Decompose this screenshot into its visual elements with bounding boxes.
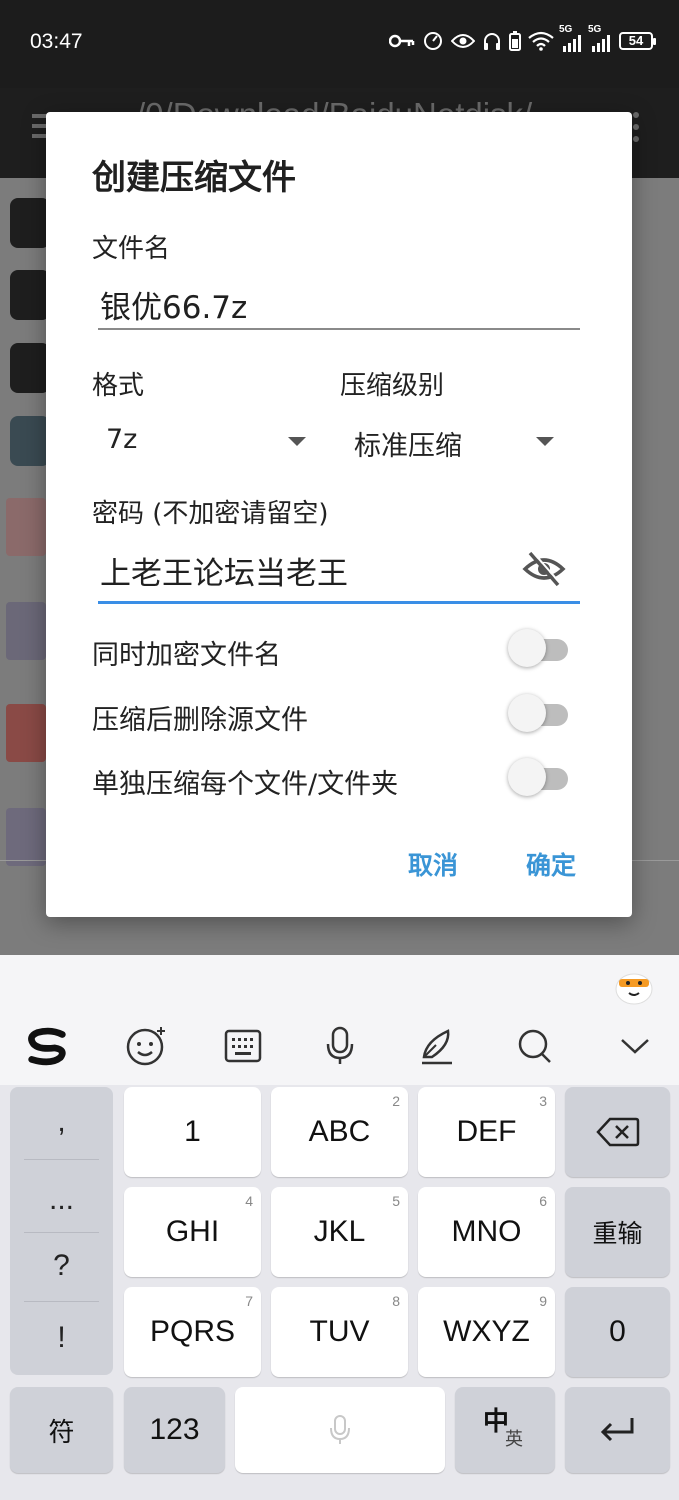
dropdown-arrow-icon <box>536 437 554 446</box>
collapse-keyboard-icon[interactable] <box>612 1023 658 1069</box>
folder-icon <box>10 343 50 393</box>
file-icon <box>10 416 50 466</box>
battery-indicator: 54 <box>619 32 656 50</box>
eye-status-icon <box>451 34 475 48</box>
filename-input[interactable]: 银优66.7z <box>98 282 580 330</box>
space-key[interactable] <box>235 1387 445 1473</box>
image-thumbnail <box>6 704 46 762</box>
key-pqrs[interactable]: PQRS 7 <box>124 1287 261 1377</box>
question-key[interactable]: ? <box>10 1249 113 1283</box>
encrypt-filenames-label: 同时加密文件名 <box>92 640 281 671</box>
more-icon <box>633 112 639 148</box>
keyboard-layout-icon[interactable] <box>220 1023 266 1069</box>
key-jkl[interactable]: JKL 5 <box>271 1187 408 1277</box>
password-label: 密码 (不加密请留空) <box>92 499 329 529</box>
signal-1: 5G <box>559 24 583 52</box>
signal-2: 5G <box>588 24 612 52</box>
keyboard-toolbar <box>0 955 679 1085</box>
key-abc[interactable]: ABC 2 <box>271 1087 408 1177</box>
keyboard-keys: , ... ? ! 1 ABC 2 DEF 3 GHI 4 JKL 5 MNO 6 重输 … <box>0 1085 679 1500</box>
headphones-icon <box>484 33 500 50</box>
format-select[interactable]: 7z <box>92 420 312 464</box>
image-thumbnail <box>6 602 46 660</box>
compression-level-label: 压缩级别 <box>340 371 445 401</box>
dropdown-arrow-icon <box>288 437 306 446</box>
confirm-button[interactable]: 确定 <box>526 846 576 882</box>
search-icon[interactable] <box>512 1023 558 1069</box>
wifi-icon <box>528 31 554 51</box>
language-switch-key[interactable]: 中 英 <box>455 1387 555 1473</box>
status-bar: 03:47 5G 5G 54 <box>0 0 679 88</box>
microphone-icon <box>330 1415 350 1444</box>
comma-key[interactable]: , <box>10 1105 113 1139</box>
backspace-icon <box>595 1117 639 1147</box>
key-1[interactable]: 1 <box>124 1087 261 1177</box>
compress-separately-switch[interactable] <box>508 758 568 798</box>
folder-icon <box>10 270 50 320</box>
key-icon <box>389 34 415 48</box>
visibility-off-icon[interactable] <box>522 549 566 589</box>
symbol-key[interactable]: 符 <box>10 1387 113 1473</box>
status-time: 03:47 <box>30 30 83 53</box>
battery-small-icon <box>509 31 521 51</box>
password-input[interactable]: 上老王论坛当老王 <box>98 548 580 604</box>
create-archive-dialog: 创建压缩文件 文件名 银优66.7z 格式 压缩级别 7z 标准压缩 密码 (不… <box>46 112 632 917</box>
speed-icon <box>424 32 442 50</box>
filename-label: 文件名 <box>92 234 171 264</box>
delete-source-label: 压缩后删除源文件 <box>92 705 308 736</box>
encrypt-filenames-switch[interactable] <box>508 629 568 669</box>
dialog-title: 创建压缩文件 <box>92 158 296 198</box>
enter-key[interactable] <box>565 1387 670 1473</box>
compression-level-value: 标准压缩 <box>354 431 462 462</box>
delete-source-switch[interactable] <box>508 694 568 734</box>
cancel-button[interactable]: 取消 <box>408 846 458 882</box>
key-ghi[interactable]: GHI 4 <box>124 1187 261 1277</box>
soft-keyboard: , ... ? ! 1 ABC 2 DEF 3 GHI 4 JKL 5 MNO 6 重输 … <box>0 955 679 1500</box>
punctuation-column: , ... ? ! <box>10 1087 113 1375</box>
folder-icon <box>10 198 50 248</box>
sogou-logo-icon[interactable] <box>24 1023 70 1069</box>
key-wxyz[interactable]: WXYZ 9 <box>418 1287 555 1377</box>
enter-icon <box>600 1418 633 1442</box>
compress-separately-label: 单独压缩每个文件/文件夹 <box>92 769 399 800</box>
key-tuv[interactable]: TUV 8 <box>271 1287 408 1377</box>
mascot-icon[interactable] <box>614 969 654 1005</box>
backspace-key[interactable] <box>565 1087 670 1177</box>
handwriting-icon[interactable] <box>414 1023 460 1069</box>
image-thumbnail <box>6 498 46 556</box>
number-key[interactable]: 123 <box>124 1387 225 1473</box>
key-def[interactable]: DEF 3 <box>418 1087 555 1177</box>
image-thumbnail <box>6 808 46 866</box>
microphone-icon[interactable] <box>317 1023 363 1069</box>
format-label: 格式 <box>92 371 145 401</box>
reenter-key[interactable]: 重输 <box>565 1187 670 1277</box>
format-value: 7z <box>106 424 138 455</box>
status-icons: 5G 5G 54 <box>389 24 656 52</box>
key-mno[interactable]: MNO 6 <box>418 1187 555 1277</box>
compression-level-select[interactable]: 标准压缩 <box>340 420 570 464</box>
ellipsis-key[interactable]: ... <box>10 1183 113 1217</box>
exclamation-key[interactable]: ! <box>10 1321 113 1355</box>
emoji-icon[interactable] <box>123 1023 169 1069</box>
key-0[interactable]: 0 <box>565 1287 670 1377</box>
